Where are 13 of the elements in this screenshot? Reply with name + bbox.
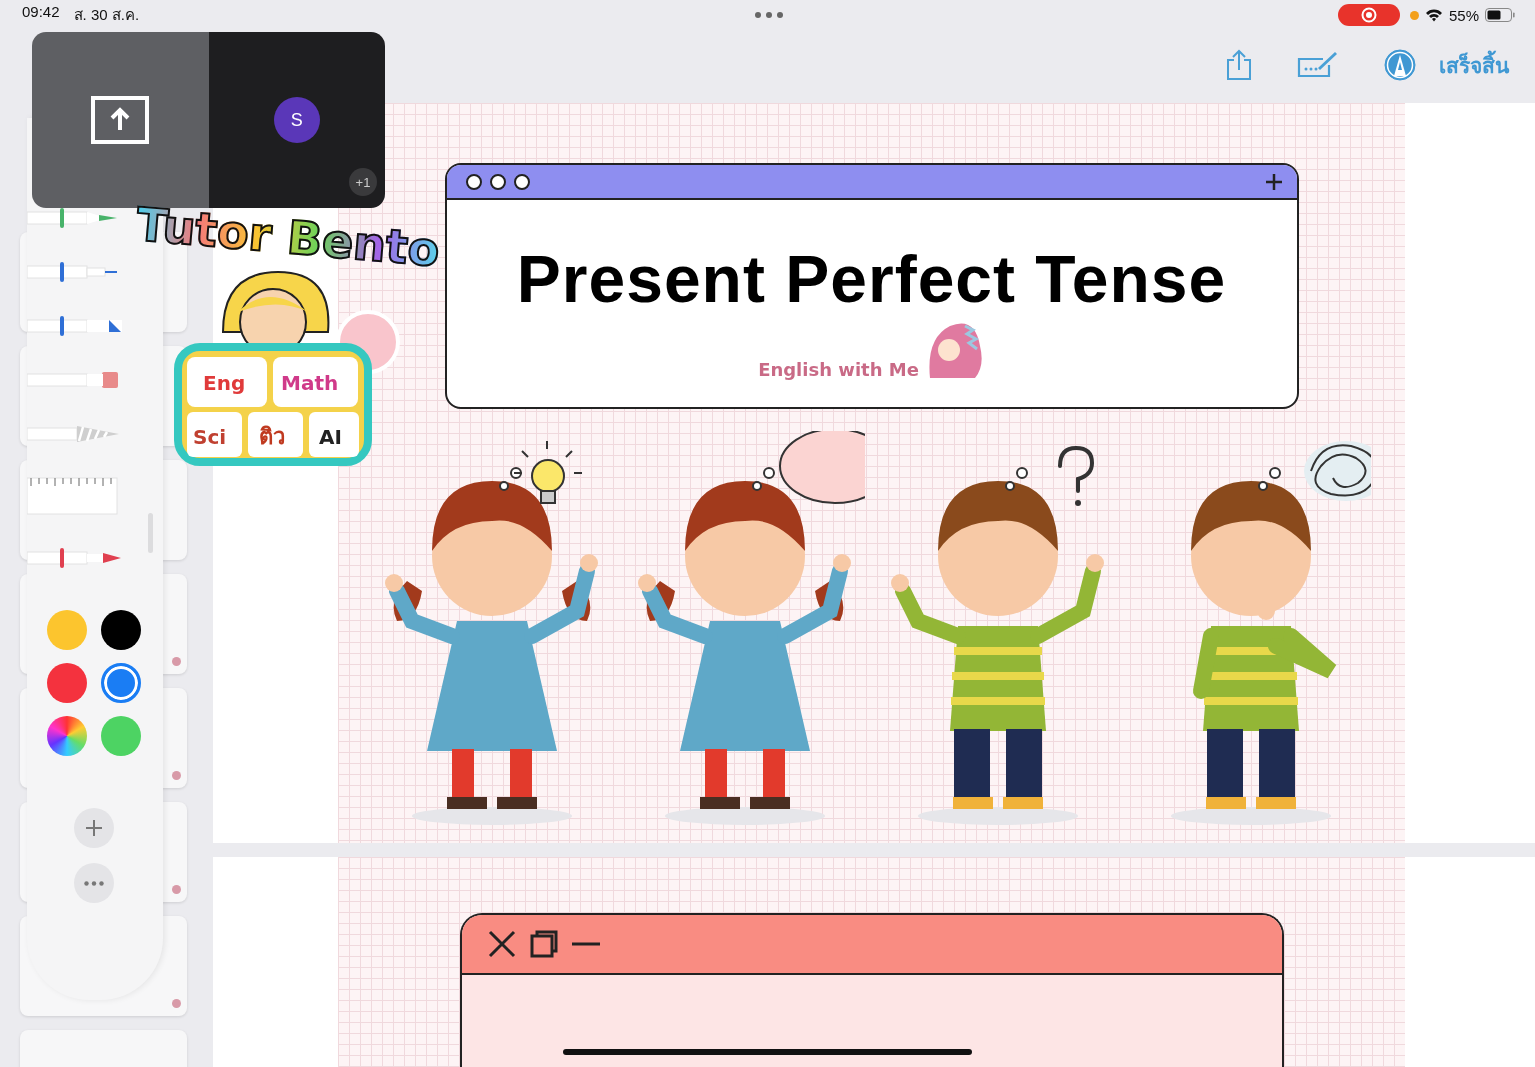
sticker-label: Math: [281, 371, 339, 395]
participant-tile[interactable]: S +1: [208, 32, 385, 208]
slide-subtitle: English with Me: [758, 358, 919, 380]
slide-title: Present Perfect Tense: [516, 243, 1227, 316]
participant-count[interactable]: +1: [349, 168, 377, 196]
date-text: ส. 30 ส.ค.: [73, 5, 140, 25]
clock-time: 09:42: [22, 3, 60, 22]
sticker-label: Eng: [203, 371, 246, 395]
sticker-label: AI: [319, 425, 342, 449]
avatar: S: [273, 97, 320, 143]
sticker-label: Sci: [193, 425, 227, 449]
sticker-label: ติว: [259, 424, 285, 449]
battery-percent: 55%: [1449, 6, 1479, 24]
